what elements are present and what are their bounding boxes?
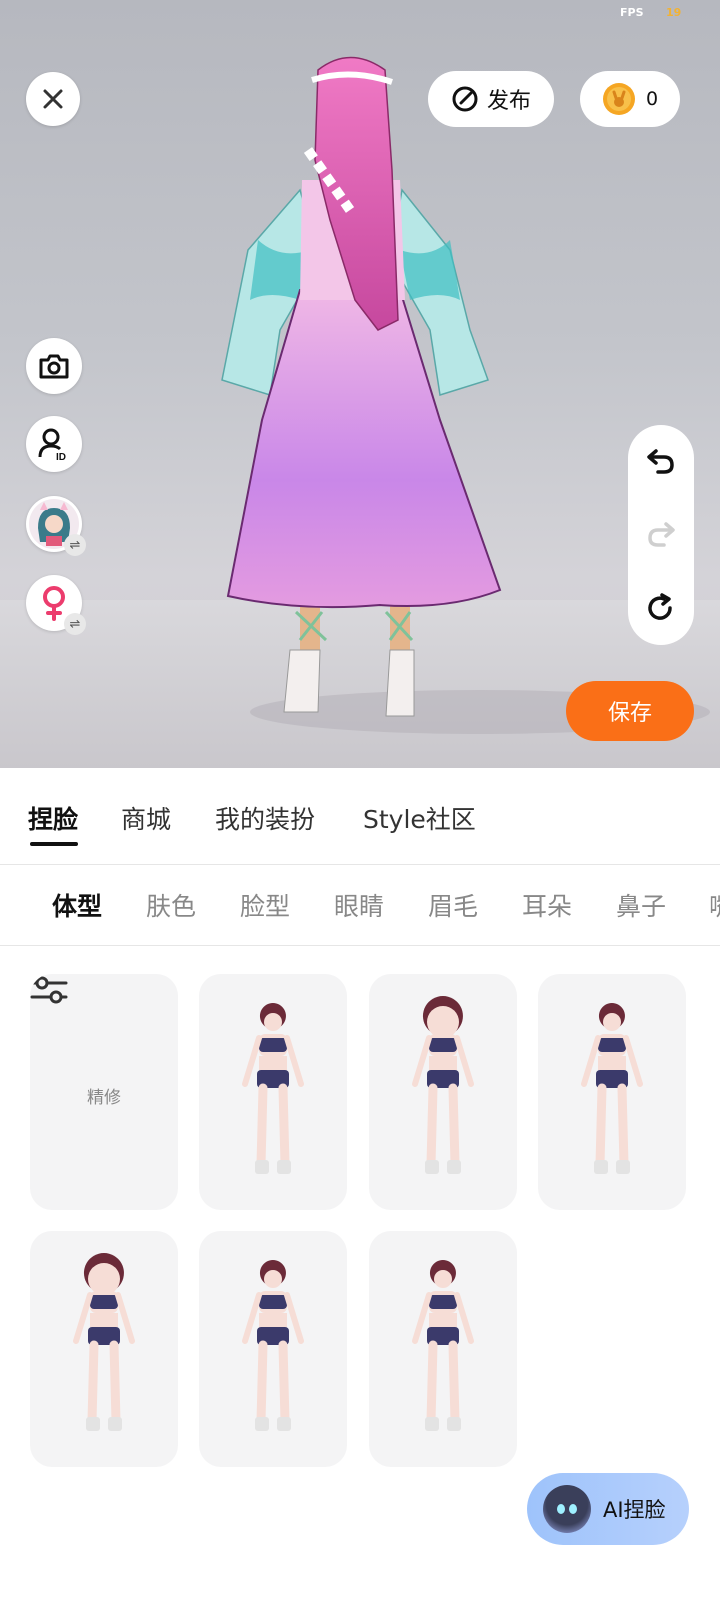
camera-button[interactable] [26, 338, 82, 394]
close-icon [43, 89, 63, 109]
ai-robot-icon [543, 1485, 591, 1533]
figure-thumbnail [412, 1260, 474, 1431]
svg-text:ID: ID [56, 452, 66, 461]
body-type-option[interactable] [369, 974, 517, 1210]
fps-label: FPS [620, 6, 644, 19]
undo-icon[interactable] [646, 447, 676, 475]
tab-face-edit[interactable]: 捏脸 [28, 800, 78, 836]
gender-female-icon [43, 586, 65, 621]
publish-label: 发布 [486, 89, 531, 114]
body-type-option[interactable] [369, 1231, 517, 1467]
figure-thumbnail [581, 1003, 643, 1174]
coin-icon [602, 83, 635, 115]
fps-value: 19 [666, 6, 682, 19]
body-type-option[interactable] [199, 974, 347, 1210]
subtab-nose[interactable]: 鼻子 [616, 887, 666, 923]
refine-card[interactable]: 精修 [30, 974, 178, 1210]
tab-store[interactable]: 商城 [121, 800, 171, 836]
sub-tab-bar: 体型 肤色 脸型 眼睛 眉毛 耳朵 鼻子 嘴 [0, 865, 720, 946]
main-tab-bar: 捏脸 商城 我的装扮 Style社区 [0, 768, 720, 865]
body-type-option[interactable] [538, 974, 686, 1210]
redo-icon[interactable] [646, 520, 676, 548]
ai-face-button[interactable]: AI捏脸 [527, 1473, 689, 1545]
save-button[interactable]: 保存 [566, 681, 694, 741]
swap-icon: ⇌ [64, 534, 86, 556]
edit-tools [628, 425, 694, 645]
figure-thumbnail [73, 1253, 135, 1431]
subtab-ears[interactable]: 耳朵 [522, 887, 572, 923]
subtab-eyebrows[interactable]: 眉毛 [428, 887, 478, 923]
subtab-mouth[interactable]: 嘴 [709, 887, 720, 923]
subtab-body-type[interactable]: 体型 [52, 887, 102, 923]
gender-switch-button[interactable]: ⇌ [26, 575, 86, 635]
tab-style-community[interactable]: Style社区 [363, 800, 476, 836]
reset-icon[interactable] [646, 592, 676, 623]
subtab-skin-color[interactable]: 肤色 [146, 887, 196, 923]
user-id-icon: ID [38, 428, 66, 461]
body-type-option[interactable] [199, 1231, 347, 1467]
subtab-eyes[interactable]: 眼睛 [334, 887, 384, 923]
avatar-preview-scene[interactable]: FPS 19 发布 0 ID ⇌ ⇌ 保存 [0, 0, 720, 768]
body-type-option[interactable] [30, 1231, 178, 1467]
publish-button[interactable]: 发布 [428, 71, 554, 127]
refine-label: 精修 [87, 1087, 121, 1108]
camera-icon [39, 354, 69, 379]
subtab-face-shape[interactable]: 脸型 [240, 887, 290, 923]
figure-thumbnail [242, 1260, 304, 1431]
publish-icon [452, 86, 478, 112]
ai-face-label: AI捏脸 [603, 1498, 666, 1522]
swap-icon: ⇌ [64, 613, 86, 635]
coin-balance[interactable]: 0 [580, 71, 680, 127]
sliders-icon [30, 976, 68, 1004]
user-id-button[interactable]: ID [26, 416, 82, 472]
coin-count: 0 [645, 88, 659, 110]
figure-thumbnail [412, 996, 474, 1174]
avatar-swap-button[interactable]: ⇌ [26, 496, 86, 556]
active-tab-indicator [30, 842, 78, 846]
close-button[interactable] [26, 72, 80, 126]
tab-my-outfits[interactable]: 我的装扮 [215, 800, 315, 836]
figure-thumbnail [242, 1003, 304, 1174]
